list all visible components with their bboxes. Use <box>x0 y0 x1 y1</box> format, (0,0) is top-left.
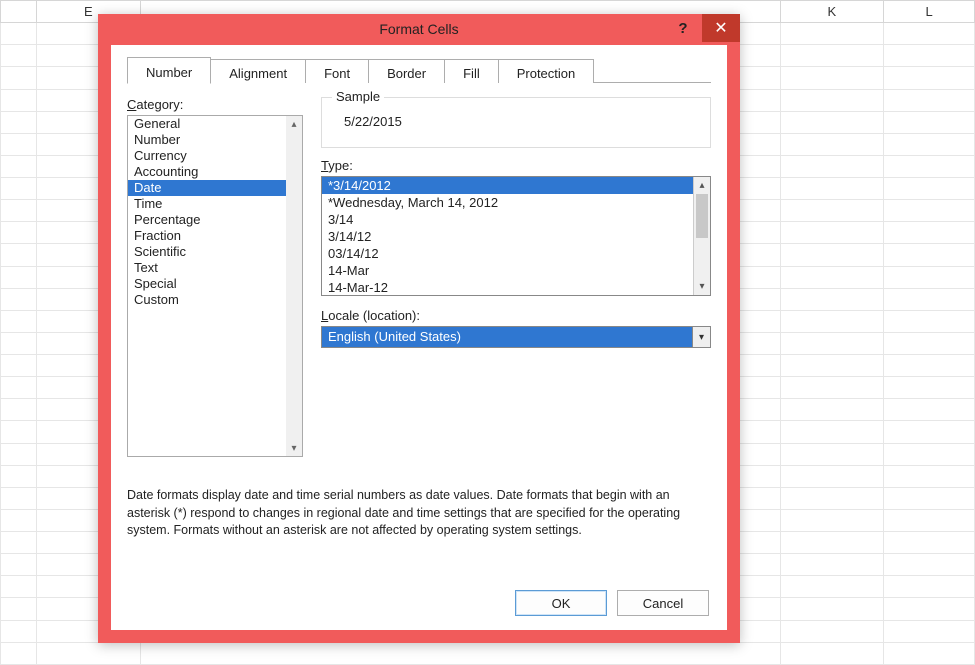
tab-number[interactable]: Number <box>127 57 211 84</box>
category-item[interactable]: Date <box>128 180 302 196</box>
scroll-thumb[interactable] <box>696 194 708 238</box>
scroll-down-icon[interactable]: ▾ <box>694 278 710 295</box>
scrollbar[interactable]: ▴ ▾ <box>693 177 710 295</box>
type-item[interactable]: 03/14/12 <box>322 245 710 262</box>
tab-strip: Number Alignment Font Border Fill Protec… <box>127 57 711 83</box>
scroll-up-icon[interactable]: ▴ <box>286 116 302 132</box>
col-header[interactable]: L <box>884 1 975 23</box>
type-item[interactable]: *3/14/2012 <box>322 177 710 194</box>
sample-label: Sample <box>332 89 384 104</box>
type-item[interactable]: *Wednesday, March 14, 2012 <box>322 194 710 211</box>
category-item[interactable]: Special <box>128 276 302 292</box>
category-item[interactable]: Fraction <box>128 228 302 244</box>
close-button[interactable]: ✕ <box>702 14 740 42</box>
tab-protection[interactable]: Protection <box>498 59 595 83</box>
col-header[interactable]: K <box>780 1 884 23</box>
chevron-down-icon[interactable]: ▾ <box>692 327 710 347</box>
format-description: Date formats display date and time seria… <box>127 487 707 540</box>
sample-value: 5/22/2015 <box>334 106 698 129</box>
dialog-titlebar[interactable]: Format Cells ? ✕ <box>98 14 740 44</box>
dialog-title: Format Cells <box>379 21 458 37</box>
cell[interactable] <box>884 23 975 45</box>
scroll-down-icon[interactable]: ▾ <box>286 440 302 456</box>
locale-label: Locale (location): <box>321 308 711 323</box>
type-listbox[interactable]: *3/14/2012*Wednesday, March 14, 20123/14… <box>321 176 711 296</box>
category-item[interactable]: Number <box>128 132 302 148</box>
type-label: Type: <box>321 158 711 173</box>
locale-value: English (United States) <box>322 327 692 347</box>
category-item[interactable]: Text <box>128 260 302 276</box>
tab-font[interactable]: Font <box>305 59 369 83</box>
category-listbox[interactable]: GeneralNumberCurrencyAccountingDateTimeP… <box>127 115 303 457</box>
format-cells-dialog: Format Cells ? ✕ Number Alignment Font B… <box>98 14 740 643</box>
scroll-up-icon[interactable]: ▴ <box>694 177 710 194</box>
scrollbar[interactable]: ▴ ▾ <box>286 116 302 456</box>
category-item[interactable]: Time <box>128 196 302 212</box>
category-item[interactable]: Percentage <box>128 212 302 228</box>
type-item[interactable]: 14-Mar-12 <box>322 279 710 296</box>
type-item[interactable]: 3/14 <box>322 211 710 228</box>
cell[interactable] <box>780 23 884 45</box>
cancel-button[interactable]: Cancel <box>617 590 709 616</box>
category-item[interactable]: Currency <box>128 148 302 164</box>
help-button[interactable]: ? <box>664 14 702 42</box>
tab-border[interactable]: Border <box>368 59 445 83</box>
type-item[interactable]: 14-Mar <box>322 262 710 279</box>
tab-fill[interactable]: Fill <box>444 59 499 83</box>
category-item[interactable]: Scientific <box>128 244 302 260</box>
ok-button[interactable]: OK <box>515 590 607 616</box>
category-label: Category: <box>127 97 303 112</box>
category-item[interactable]: Accounting <box>128 164 302 180</box>
category-item[interactable]: Custom <box>128 292 302 308</box>
type-item[interactable]: 3/14/12 <box>322 228 710 245</box>
tab-alignment[interactable]: Alignment <box>210 59 306 83</box>
sample-group: Sample 5/22/2015 <box>321 97 711 148</box>
locale-combobox[interactable]: English (United States) ▾ <box>321 326 711 348</box>
category-item[interactable]: General <box>128 116 302 132</box>
